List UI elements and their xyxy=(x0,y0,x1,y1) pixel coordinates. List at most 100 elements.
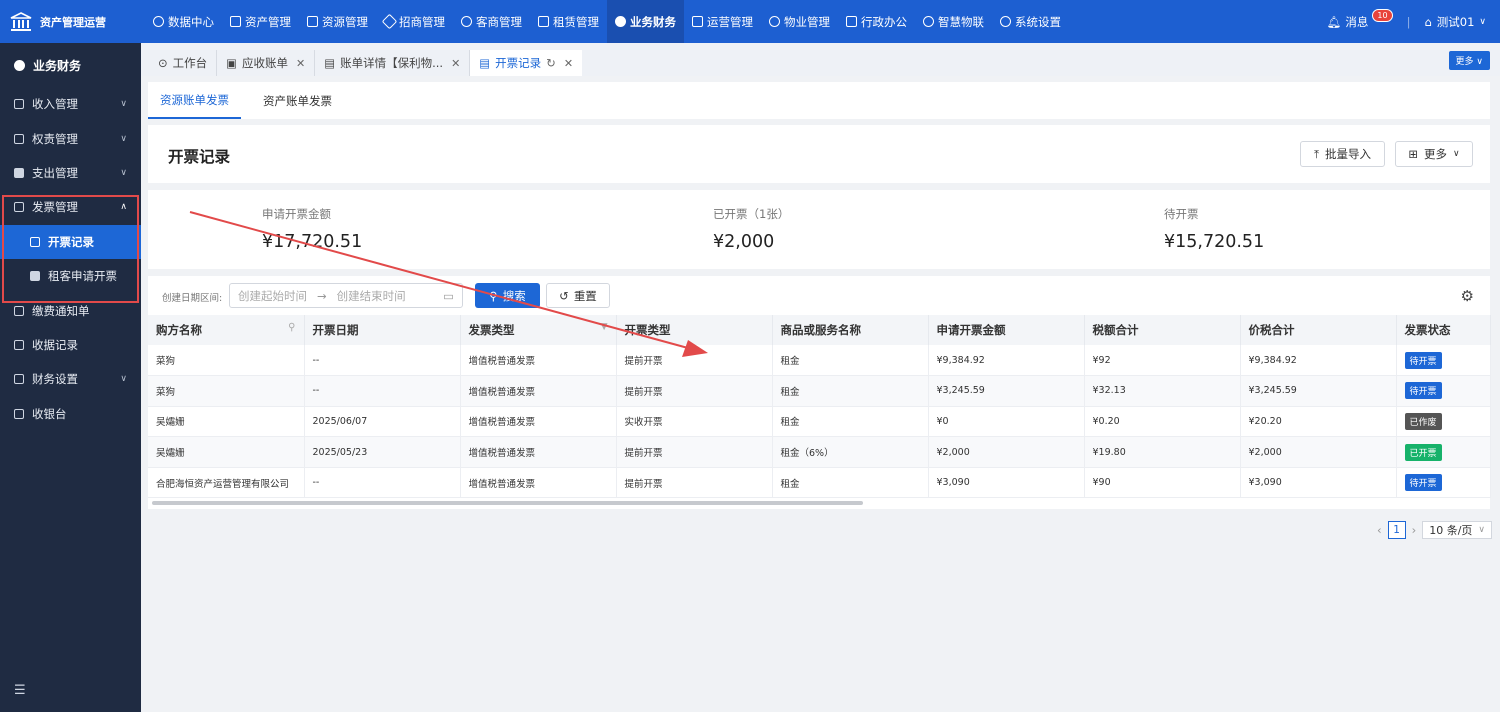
column-header-price-tax-total[interactable]: 价税合计 xyxy=(1240,315,1397,345)
reset-button[interactable]: ↺ 重置 xyxy=(546,283,610,308)
table-row[interactable]: 吴孀姗 2025/05/23 增值税普通发票 提前开票 租金（6%） ¥2,000 ¥19.… xyxy=(148,436,1491,468)
nav-label: 系统设置 xyxy=(1015,14,1061,29)
messages-button[interactable]: 🔔︎ 消息 10 xyxy=(1327,9,1393,30)
stat-label: 申请开票金额 xyxy=(262,207,331,221)
chevron-down-icon: ∨ xyxy=(120,374,127,385)
chevron-down-icon: ∨ xyxy=(1478,525,1485,535)
end-date-input[interactable]: 创建结束时间 xyxy=(337,288,406,304)
column-header-label: 发票类型 xyxy=(468,323,515,337)
sidebar-item-receipt-records[interactable]: 收据记录 xyxy=(0,328,141,362)
nav-admin-office[interactable]: 行政办公 xyxy=(838,0,915,43)
tab-invoice-records[interactable]: ▤ 开票记录 ↻ ✕ xyxy=(470,50,583,76)
nav-business-finance[interactable]: 业务财务 xyxy=(607,0,684,43)
nav-system-settings[interactable]: 系统设置 xyxy=(992,0,1069,43)
table-row[interactable]: 合肥海恒资产运营管理有限公司 -- 增值税普通发票 提前开票 租金 ¥3,090 ¥90 ¥3… xyxy=(148,467,1491,499)
tab-label: 开票记录 xyxy=(495,56,542,70)
filter-icon[interactable]: ▼ xyxy=(601,322,608,332)
nav-label: 租赁管理 xyxy=(553,14,599,29)
cell-billing-type: 提前开票 xyxy=(616,345,773,377)
app-logo[interactable]: 资产管理运营 xyxy=(0,0,141,43)
cell-invoice-status: 已作废 xyxy=(1396,406,1491,438)
column-header-label: 商品或服务名称 xyxy=(780,323,862,337)
nav-property-management[interactable]: 物业管理 xyxy=(761,0,838,43)
search-icon[interactable]: ⚲ xyxy=(288,322,295,333)
search-icon: ⚲ xyxy=(489,288,498,303)
close-icon[interactable]: ✕ xyxy=(296,57,305,70)
subtab-resource-bill-invoice[interactable]: 资源账单发票 xyxy=(148,82,241,119)
home-icon xyxy=(538,16,549,27)
cell-invoice-type: 增值税普通发票 xyxy=(460,406,617,438)
sidebar-item-label: 收银台 xyxy=(32,406,67,421)
nav-leasing-attraction[interactable]: 招商管理 xyxy=(376,0,453,43)
sidebar-item-tenant-invoice-request[interactable]: 租客申请开票 xyxy=(0,259,141,293)
table-header-row: 购方名称 ⚲ 开票日期 发票类型 ▼ 开票类型 商品或服务名称 申请开票金额 税额合… xyxy=(148,315,1491,345)
sidebar-item-finance-settings[interactable]: 财务设置 ∨ xyxy=(0,362,141,396)
table-row[interactable]: 吴孀姗 2025/06/07 增值税普通发票 实收开票 租金 ¥0 ¥0.20 ¥20.20 已… xyxy=(148,406,1491,438)
column-header-invoice-date[interactable]: 开票日期 xyxy=(304,315,461,345)
cell-text: 租金 xyxy=(780,386,800,398)
cell-text: 吴孀姗 xyxy=(156,417,185,429)
cell-goods-service: 租金 xyxy=(772,406,929,438)
cell-text: 租金 xyxy=(780,417,800,429)
cell-invoice-date: -- xyxy=(304,345,461,377)
prev-page-icon[interactable]: ‹ xyxy=(1377,523,1382,537)
start-date-input[interactable]: 创建起始时间 xyxy=(238,288,307,304)
sidebar-item-expense[interactable]: 支出管理 ∨ xyxy=(0,156,141,190)
nav-operations-management[interactable]: 运营管理 xyxy=(684,0,761,43)
column-header-tax-total[interactable]: 税额合计 xyxy=(1084,315,1241,345)
sidebar-item-cashier[interactable]: 收银台 xyxy=(0,397,141,431)
nav-smart-iot[interactable]: 智慧物联 xyxy=(915,0,992,43)
user-menu[interactable]: ⌂ 测试01 ∨ xyxy=(1424,14,1486,30)
cell-text: 提前开票 xyxy=(624,448,663,460)
tab-receivables[interactable]: ▣ 应收账单 ✕ xyxy=(217,50,316,76)
tabs-more-button[interactable]: 更多 ∨ xyxy=(1448,51,1490,70)
more-actions-button[interactable]: ⊞ 更多 ∨ xyxy=(1395,141,1473,167)
subtab-asset-bill-invoice[interactable]: 资产账单发票 xyxy=(251,82,344,119)
sidebar-item-invoice-management[interactable]: 发票管理 ∧ xyxy=(0,190,141,224)
tab-workbench[interactable]: ⊙ 工作台 xyxy=(149,50,218,76)
nav-data-center[interactable]: 数据中心 xyxy=(145,0,222,43)
collapse-menu-icon[interactable]: ☰ xyxy=(14,683,26,698)
column-header-invoice-status[interactable]: 发票状态 xyxy=(1396,315,1491,345)
cell-invoice-type: 增值税普通发票 xyxy=(460,375,617,407)
table-settings-gear-icon[interactable]: ⚙ xyxy=(1461,287,1474,305)
column-header-invoice-type[interactable]: 发票类型 ▼ xyxy=(460,315,617,345)
nav-asset-management[interactable]: 资产管理 xyxy=(222,0,299,43)
stat-label: 待开票 xyxy=(1164,207,1199,221)
cell-invoice-date: -- xyxy=(304,467,461,499)
column-header-label: 发票状态 xyxy=(1404,323,1451,337)
date-range-label: 创建日期区间: xyxy=(162,293,223,304)
page-size-select[interactable]: 10 条/页 ∨ xyxy=(1422,521,1492,539)
page-number-current[interactable]: 1 xyxy=(1387,521,1406,539)
stat-value: ¥15,720.51 xyxy=(1164,232,1265,252)
grid-icon: ⊞ xyxy=(1408,147,1419,161)
nav-resource-management[interactable]: 资源管理 xyxy=(299,0,376,43)
table-row[interactable]: 菜狗 -- 增值税普通发票 提前开票 租金 ¥9,384.92 ¥92 ¥9,384.92 待开… xyxy=(148,345,1491,377)
date-range-picker[interactable]: 创建起始时间 → 创建结束时间 ▭ xyxy=(229,283,463,308)
sidebar-item-income[interactable]: 收入管理 ∨ xyxy=(0,87,141,121)
column-header-goods-service[interactable]: 商品或服务名称 xyxy=(772,315,929,345)
sidebar-item-payment-notice[interactable]: 缴费通知单 xyxy=(0,293,141,327)
refresh-icon[interactable]: ↻ xyxy=(546,56,556,70)
stat-value: ¥17,720.51 xyxy=(262,232,363,252)
sidebar-section-title: 业务财务 xyxy=(0,43,141,87)
dashboard-icon: ⊙ xyxy=(158,56,168,70)
nav-rental-management[interactable]: 租赁管理 xyxy=(530,0,607,43)
close-icon[interactable]: ✕ xyxy=(451,57,460,70)
close-icon[interactable]: ✕ xyxy=(564,57,573,70)
cell-text: 增值税普通发票 xyxy=(468,448,536,460)
column-header-requested-amount[interactable]: 申请开票金额 xyxy=(928,315,1085,345)
nav-merchant-management[interactable]: 客商管理 xyxy=(453,0,530,43)
sidebar-item-accrual[interactable]: 权责管理 ∨ xyxy=(0,121,141,155)
horizontal-scrollbar[interactable] xyxy=(152,501,863,505)
batch-import-button[interactable]: ⤒ 批量导入 xyxy=(1300,141,1385,167)
table-row[interactable]: 菜狗 -- 增值税普通发票 提前开票 租金 ¥3,245.59 ¥32.13 ¥3,245.5… xyxy=(148,375,1491,407)
sidebar-item-invoice-records[interactable]: 开票记录 xyxy=(0,224,141,259)
search-button[interactable]: ⚲ 搜索 xyxy=(475,283,540,308)
next-page-icon[interactable]: › xyxy=(1412,523,1417,537)
nav-label: 运营管理 xyxy=(707,14,753,29)
cell-text: ¥2,000 xyxy=(1248,446,1282,458)
column-header-billing-type[interactable]: 开票类型 xyxy=(616,315,773,345)
column-header-buyer[interactable]: 购方名称 ⚲ xyxy=(148,315,305,345)
tab-bill-detail[interactable]: ▤ 账单详情【保利物... ✕ xyxy=(315,50,471,76)
